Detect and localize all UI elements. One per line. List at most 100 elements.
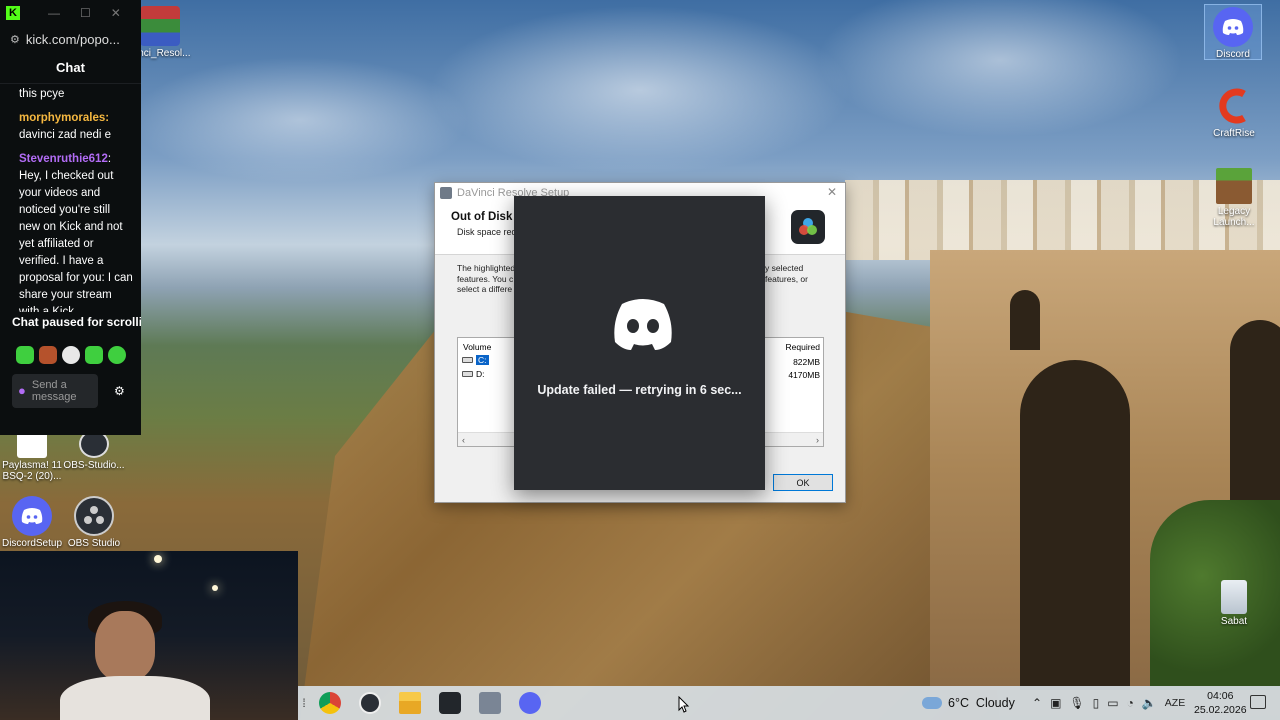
chat-username[interactable]: morphymorales: [19, 112, 105, 124]
streamer-shirt: [60, 676, 210, 720]
discord-icon: [12, 496, 52, 536]
drive-icon: [462, 371, 473, 377]
davinci-resolve-logo-icon: [791, 210, 825, 244]
craftrise-icon: [1214, 86, 1254, 126]
chat-message-text: this pcye: [19, 88, 65, 100]
emote-icon[interactable]: [85, 346, 103, 364]
chat-header: Chat: [0, 52, 141, 84]
webcam-overlay: [0, 551, 298, 720]
scroll-right-icon[interactable]: ›: [816, 435, 819, 445]
desktop-icon-label: OBS Studio: [67, 538, 121, 549]
maximize-icon[interactable]: ☐: [80, 6, 91, 20]
scroll-left-icon[interactable]: ‹: [462, 435, 465, 445]
chat-message: morphymorales: davinci zad nedi e: [19, 112, 112, 141]
discord-logo-icon: [608, 296, 678, 352]
microphone-icon[interactable]: ●: [18, 384, 26, 397]
emote-icon[interactable]: [62, 346, 80, 364]
desktop-icon-discord-setup[interactable]: DiscordSetup: [0, 496, 64, 549]
cloud-icon: [922, 697, 942, 709]
kick-logo-icon: K: [6, 6, 20, 20]
drive-icon: [462, 357, 473, 363]
close-icon[interactable]: ✕: [111, 6, 121, 20]
webcam-tray-icon[interactable]: ▣: [1050, 696, 1061, 710]
chrome-icon: [319, 692, 341, 714]
taskbar-file-explorer[interactable]: [390, 686, 430, 720]
chat-message-text: davinci zad nedi e: [19, 129, 112, 141]
battery-icon[interactable]: ▭: [1107, 696, 1118, 710]
desktop-icon-obs-installer[interactable]: OBS-Studio...: [62, 430, 126, 471]
emote-icon[interactable]: [108, 346, 126, 364]
weather-text: 6°C Cloudy: [948, 696, 1015, 710]
desktop-icon-label: DiscordSetup: [1, 538, 63, 549]
close-icon[interactable]: ✕: [827, 185, 837, 199]
desktop-icon-label: Sabat: [1220, 616, 1248, 627]
language-indicator[interactable]: AZE: [1165, 697, 1185, 709]
volume-label: C:: [476, 355, 489, 365]
chat-message-input[interactable]: ● Send a message: [12, 374, 98, 408]
desktop-icon-craftrise[interactable]: CraftRise: [1202, 86, 1266, 139]
chat-message: Stevenruthie612: Hey, I checked out your…: [19, 151, 133, 312]
column-header-volume[interactable]: Volume: [463, 342, 491, 352]
volume-label: D:: [476, 369, 485, 379]
emote-row: [0, 342, 141, 370]
microphone-tray-icon[interactable]: 🎙: [1069, 696, 1084, 710]
clock-date: 25.02.2026: [1194, 704, 1247, 716]
ceiling-light: [212, 585, 218, 591]
chat-settings-gear-icon[interactable]: ⚙: [114, 384, 125, 398]
volume-icon[interactable]: 🔈: [1142, 696, 1157, 710]
desktop-icon-discord[interactable]: Discord: [1204, 4, 1262, 60]
device-tray-icon[interactable]: ▯: [1093, 696, 1100, 710]
chat-username[interactable]: Stevenruthie612: [19, 153, 108, 165]
desktop-icon-label: Paylasma! 11 BSQ-2 (20)...: [2, 460, 62, 482]
task-view-edge-icon[interactable]: ⁞: [298, 686, 310, 720]
streamer-face: [95, 611, 155, 681]
emote-icon[interactable]: [16, 346, 34, 364]
dialog-body-text-right: y selected features, or: [765, 263, 808, 284]
table-row[interactable]: D:: [462, 369, 485, 379]
taskbar-davinci-resolve[interactable]: [430, 686, 470, 720]
weather-widget[interactable]: 6°C Cloudy: [922, 686, 1015, 720]
ceiling-light: [154, 555, 162, 563]
chat-paused-banner[interactable]: Chat paused for scrollin: [0, 312, 141, 342]
body-line: features, or: [765, 273, 808, 284]
desktop-icon-legacy-launcher[interactable]: Legacy Launch...: [1202, 168, 1266, 228]
chat-titlebar: K — ☐ ✕: [0, 0, 141, 26]
obs-studio-icon: [74, 496, 114, 536]
file-explorer-icon: [399, 692, 421, 714]
chat-input-row: ● Send a message ⚙: [0, 370, 141, 408]
chat-message-text: Hey, I checked out your videos and notic…: [19, 170, 133, 312]
taskbar-obs[interactable]: [350, 686, 390, 720]
recycle-bin-icon: [1221, 580, 1247, 614]
kick-chat-window: K — ☐ ✕ ⚙ kick.com/popo... Chat this pcy…: [0, 0, 141, 435]
minimize-icon[interactable]: —: [48, 6, 60, 20]
desktop-icon-label: Discord: [1216, 49, 1250, 60]
obs-icon: [359, 692, 381, 714]
notification-center-icon[interactable]: [1250, 695, 1266, 709]
desktop-icon-obs-studio[interactable]: OBS Studio: [62, 496, 126, 549]
desktop-icon-paylasma[interactable]: Paylasma! 11 BSQ-2 (20)...: [0, 430, 64, 482]
wifi-icon[interactable]: ◔: [1127, 696, 1134, 710]
davinci-resolve-icon: [439, 692, 461, 714]
discord-icon: [519, 692, 541, 714]
chevron-up-icon[interactable]: ⌃: [1032, 696, 1042, 710]
table-row[interactable]: C:: [462, 355, 489, 365]
desktop-icon-label: CraftRise: [1213, 128, 1255, 139]
address-bar[interactable]: ⚙ kick.com/popo...: [0, 26, 141, 52]
required-value: 4170MB: [788, 370, 820, 380]
emote-icon[interactable]: [39, 346, 57, 364]
desktop-icon-label: Legacy Launch...: [1213, 206, 1255, 228]
clock[interactable]: 04:06 25.02.2026: [1194, 689, 1247, 717]
clock-time: 04:06: [1207, 690, 1234, 702]
chat-messages[interactable]: this pcye morphymorales: davinci zad ned…: [0, 84, 141, 312]
column-header-required[interactable]: Required: [786, 342, 821, 352]
site-settings-icon[interactable]: ⚙: [10, 33, 20, 46]
taskbar-discord[interactable]: [510, 686, 550, 720]
required-value: 822MB: [793, 357, 820, 367]
davinci-setup-app-icon: [440, 187, 452, 199]
winrar-archive-icon: [140, 6, 180, 46]
taskbar-davinci-setup[interactable]: [470, 686, 510, 720]
update-status-text: Update failed — retrying in 6 sec...: [537, 383, 742, 397]
ok-button[interactable]: OK: [773, 474, 833, 491]
desktop-icon-recycle-bin[interactable]: Sabat: [1202, 580, 1266, 627]
taskbar-chrome[interactable]: [310, 686, 350, 720]
